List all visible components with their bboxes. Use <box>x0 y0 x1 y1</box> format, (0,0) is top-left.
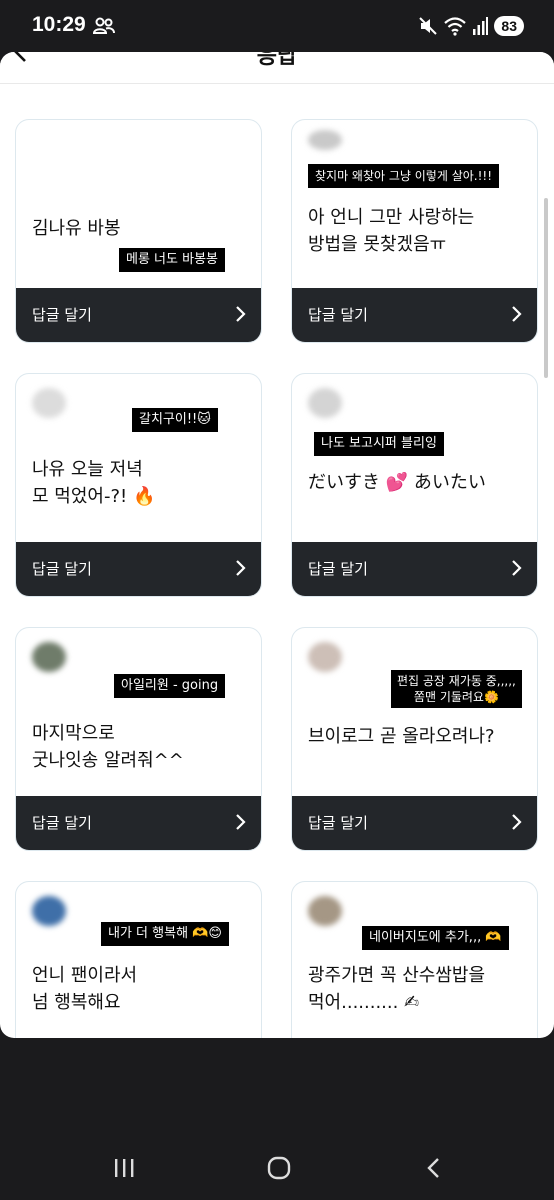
scrollbar[interactable] <box>544 198 548 378</box>
question-card[interactable]: 내가 더 행복해 🫶😊 언니 팬이라서 넘 행복해요 <box>15 881 262 1038</box>
reply-button[interactable]: 답글 달기 <box>292 288 537 342</box>
back-button[interactable] <box>414 1148 454 1188</box>
reply-label: 답글 달기 <box>32 560 92 578</box>
reply-button[interactable]: 답글 달기 <box>16 796 261 850</box>
battery-indicator: 83 <box>494 16 524 36</box>
answer-bubble: 메롱 너도 바봉봉 <box>119 248 225 272</box>
avatar <box>32 896 66 926</box>
reply-label: 답글 달기 <box>32 814 92 832</box>
avatar <box>32 388 66 418</box>
question-card[interactable]: 나도 보고시퍼 블리잉 だいすき 💕 あいたい 답글 달기 <box>291 373 538 597</box>
responses-sheet[interactable]: 응답 메롱 너도 바봉봉 김나유 바봉 답글 달기 찾지마 왜찾아 그냥 이렇게… <box>0 52 554 1038</box>
recent-apps-icon <box>115 1159 134 1177</box>
question-card[interactable]: 아일리원 - going 마지막으로 굿나잇송 알려줘^^ 답글 달기 <box>15 627 262 851</box>
recent-apps-button[interactable] <box>104 1148 144 1188</box>
question-text: 김나유 바봉 <box>32 218 121 239</box>
chevron-right-icon <box>236 560 246 576</box>
reply-label: 답글 달기 <box>308 306 368 324</box>
avatar <box>32 642 66 672</box>
question-card[interactable]: 메롱 너도 바봉봉 김나유 바봉 답글 달기 <box>15 119 262 343</box>
question-text: 브이로그 곧 올라오려나? <box>308 726 495 747</box>
avatar <box>308 642 342 672</box>
reply-label: 답글 달기 <box>308 560 368 578</box>
chevron-right-icon <box>512 814 522 830</box>
reply-button[interactable]: 답글 달기 <box>16 288 261 342</box>
question-text: 나유 오늘 저녁 모 먹었어-?! 🔥 <box>32 459 156 507</box>
answer-bubble: 편집 공장 재가동 중,,,,, 쫌맨 기둘려요🌼 <box>391 670 522 708</box>
status-icons: 83 <box>418 14 524 38</box>
question-text: だいすき 💕 あいたい <box>308 472 486 493</box>
question-card[interactable]: 찾지마 왜찾아 그냥 이렇게 살아.!!! 아 언니 그만 사랑하는 방법을 못… <box>291 119 538 343</box>
home-button[interactable] <box>259 1148 299 1188</box>
mute-icon <box>419 17 438 35</box>
answer-bubble: 갈치구이!!🐱 <box>132 408 218 432</box>
chevron-right-icon <box>236 306 246 322</box>
status-bar: 10:29 83 <box>0 0 554 52</box>
chevron-right-icon <box>512 560 522 576</box>
back-icon <box>427 1158 439 1178</box>
question-text: 언니 팬이라서 넘 행복해요 <box>32 965 138 1013</box>
answer-bubble: 내가 더 행복해 🫶😊 <box>101 922 229 946</box>
answer-bubble: 네이버지도에 추가,,, 🫶 <box>362 926 509 950</box>
question-card[interactable]: 편집 공장 재가동 중,,,,, 쫌맨 기둘려요🌼 브이로그 곧 올라오려나? … <box>291 627 538 851</box>
question-card[interactable]: 네이버지도에 추가,,, 🫶 광주가면 꼭 산수쌈밥을 먹어..........… <box>291 881 538 1038</box>
answer-bubble: 찾지마 왜찾아 그냥 이렇게 살아.!!! <box>308 164 500 188</box>
chevron-right-icon <box>512 306 522 322</box>
sheet-header: 응답 <box>0 52 554 84</box>
question-text: 광주가면 꼭 산수쌈밥을 먹어.......... ✍ <box>308 965 486 1013</box>
reply-button[interactable]: 답글 달기 <box>16 542 261 596</box>
wifi-icon <box>444 17 467 36</box>
answer-bubble: 나도 보고시퍼 블리잉 <box>314 432 444 456</box>
status-time: 10:29 <box>32 13 86 36</box>
question-text: 마지막으로 굿나잇송 알려줘^^ <box>32 723 184 771</box>
signal-icon <box>473 17 489 35</box>
avatar <box>308 130 342 150</box>
reply-button[interactable]: 답글 달기 <box>292 796 537 850</box>
people-icon <box>92 17 115 34</box>
answer-bubble: 아일리원 - going <box>114 674 226 698</box>
page-title: 응답 <box>256 52 298 69</box>
avatar <box>308 896 342 926</box>
avatar <box>308 388 342 418</box>
question-text: 아 언니 그만 사랑하는 방법을 못찾겠음ㅠ <box>308 207 475 255</box>
reply-label: 답글 달기 <box>32 306 92 324</box>
system-navigation-bar <box>0 1138 554 1198</box>
chevron-right-icon <box>236 814 246 830</box>
home-icon <box>267 1156 291 1180</box>
reply-label: 답글 달기 <box>308 814 368 832</box>
question-card[interactable]: 갈치구이!!🐱 나유 오늘 저녁 모 먹었어-?! 🔥 답글 달기 <box>15 373 262 597</box>
reply-button[interactable]: 답글 달기 <box>292 542 537 596</box>
